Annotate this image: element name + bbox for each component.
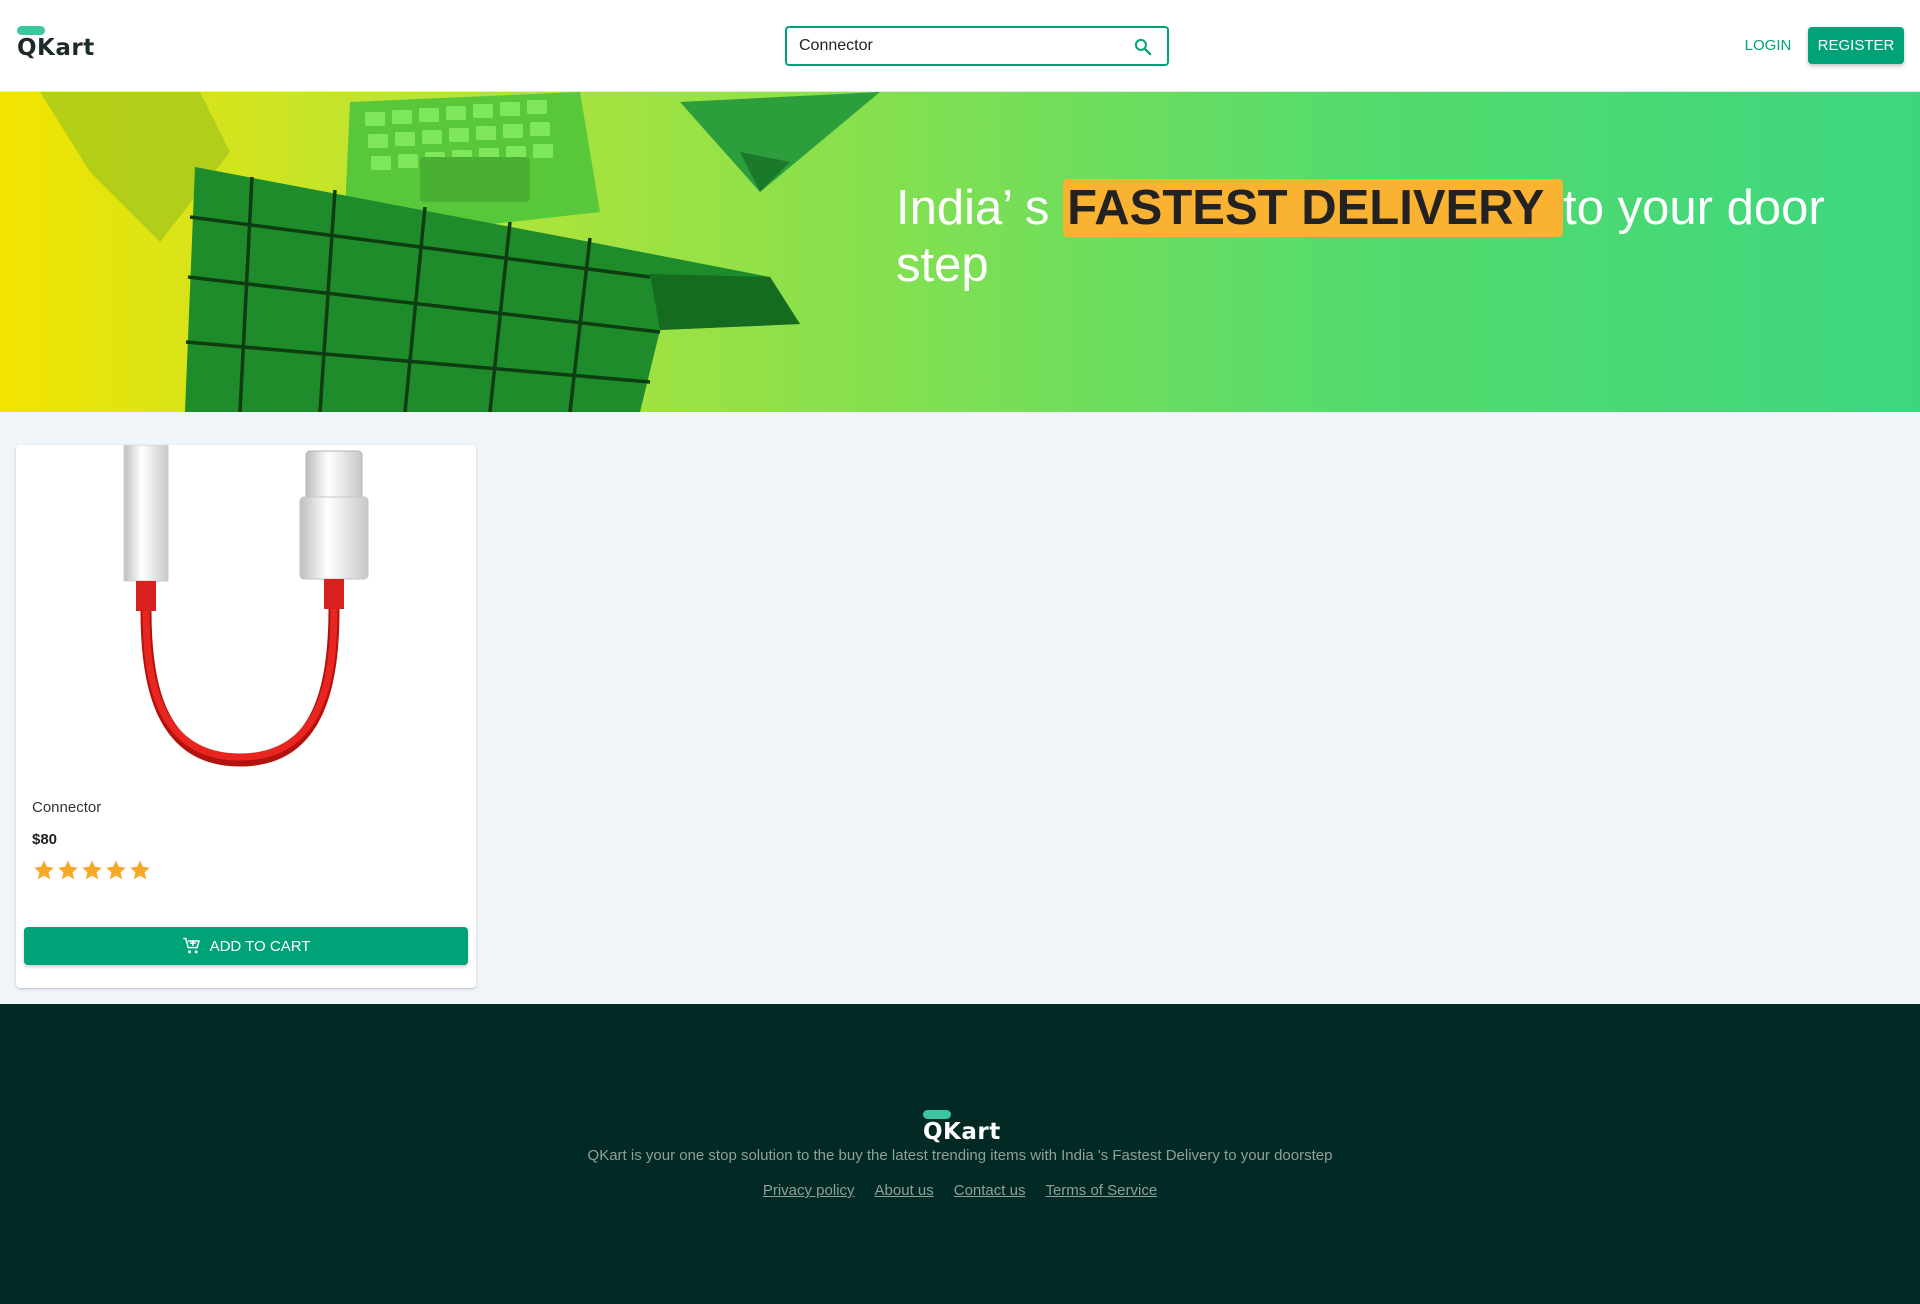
- star-icon: [106, 860, 126, 880]
- search-icon[interactable]: [1133, 37, 1153, 57]
- footer-logo-text: QKart: [923, 1119, 1001, 1145]
- add-shopping-cart-icon: [182, 937, 200, 954]
- hero-tagline: India’ s FASTEST DELIVERY to your door s…: [896, 179, 1876, 294]
- product-name: Connector: [32, 799, 102, 816]
- search-input[interactable]: [799, 35, 1119, 57]
- star-icon: [58, 860, 78, 880]
- app-header: QKart LOGIN REGISTER: [0, 0, 1920, 92]
- qkart-logo[interactable]: QKart: [17, 26, 107, 66]
- hero-highlight: FASTEST DELIVERY: [1063, 179, 1564, 237]
- product-rating: [32, 858, 152, 886]
- hero-text-before: India’ s: [896, 181, 1064, 235]
- hero-banner: India’ s FASTEST DELIVERY to your door s…: [0, 92, 1920, 412]
- search-box: [785, 26, 1169, 66]
- logo-text: QKart: [17, 35, 95, 61]
- privacy-policy-link[interactable]: Privacy policy: [763, 1182, 855, 1199]
- add-to-cart-label: ADD TO CART: [209, 937, 311, 955]
- register-button[interactable]: REGISTER: [1808, 27, 1904, 64]
- contact-us-link[interactable]: Contact us: [954, 1182, 1026, 1199]
- product-card: Connector $80 ADD TO CART: [16, 445, 476, 988]
- footer-description: QKart is your one stop solution to the b…: [587, 1147, 1333, 1164]
- star-icon: [130, 860, 150, 880]
- product-image[interactable]: [16, 445, 476, 775]
- star-icon: [34, 860, 54, 880]
- footer-logo[interactable]: QKart: [923, 1110, 1013, 1150]
- star-icon: [82, 860, 102, 880]
- terms-of-service-link[interactable]: Terms of Service: [1045, 1182, 1157, 1199]
- app-footer: QKart QKart is your one stop solution to…: [0, 1004, 1920, 1304]
- product-price: $80: [32, 831, 58, 848]
- footer-links: Privacy policy About us Contact us Terms…: [0, 1182, 1920, 1199]
- about-us-link[interactable]: About us: [875, 1182, 934, 1199]
- login-button[interactable]: LOGIN: [1735, 24, 1801, 68]
- add-to-cart-button[interactable]: ADD TO CART: [24, 927, 468, 965]
- logo-mark: [17, 26, 45, 35]
- footer-logo-mark: [923, 1110, 951, 1119]
